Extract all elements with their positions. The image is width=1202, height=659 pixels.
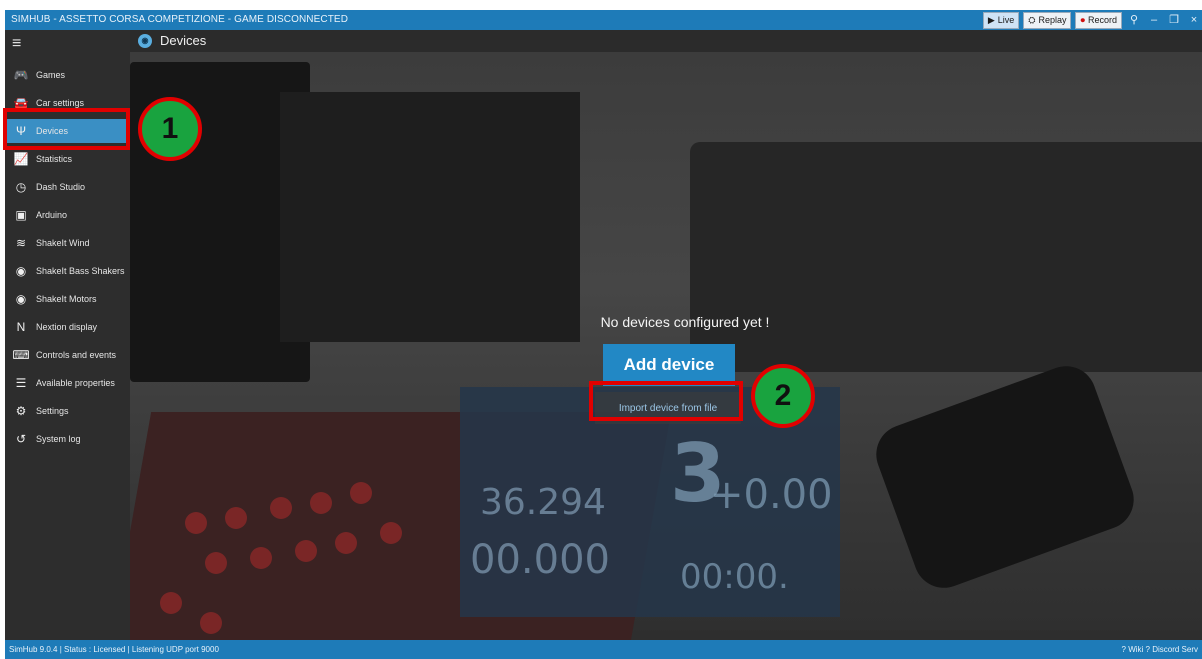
- replay-button[interactable]: ⛭ Replay: [1023, 11, 1072, 29]
- list-icon: ☰: [15, 376, 27, 390]
- gamepad-icon: 🎮: [13, 68, 29, 82]
- background-usb-stick: [867, 357, 1143, 597]
- background-dot: [335, 532, 357, 554]
- gear-icon: ⚙: [15, 404, 27, 418]
- background-dot: [295, 540, 317, 562]
- gauge-icon: ◷: [15, 180, 27, 194]
- devices-content: 36.294 00.000 +0.00 3 00:00. No devices …: [130, 52, 1202, 640]
- background-dot: [250, 547, 272, 569]
- restore-icon[interactable]: ❐: [1166, 10, 1182, 30]
- step-badge-2: 2: [751, 364, 815, 428]
- import-highlight-box: [589, 381, 743, 421]
- page-header: ◉ Devices: [130, 30, 1202, 52]
- sidebar-item-label: Car settings: [36, 98, 85, 108]
- sidebar-item-label: ShakeIt Bass Shakers: [36, 266, 125, 276]
- sidebar-item-statistics[interactable]: 📈 Statistics: [5, 147, 130, 171]
- wind-icon: ≋: [15, 236, 27, 250]
- replay-icon: ⛭: [1028, 15, 1036, 25]
- minimize-icon[interactable]: –: [1146, 10, 1162, 30]
- sidebar-item-label: Arduino: [36, 210, 68, 220]
- empty-state-message: No devices configured yet !: [600, 314, 770, 330]
- sidebar-item-system-log[interactable]: ↺ System log: [5, 427, 130, 451]
- background-dot: [270, 497, 292, 519]
- status-links[interactable]: ? Wiki ? Discord Serv: [1122, 640, 1198, 659]
- history-icon: ↺: [15, 432, 27, 446]
- sidebar-item-shakeit-motors[interactable]: ◉ ShakeIt Motors: [5, 287, 130, 311]
- sidebar-item-label: System log: [36, 434, 81, 444]
- live-button[interactable]: ▶ Live: [982, 11, 1020, 29]
- background-dot: [185, 512, 207, 534]
- background-dot: [225, 507, 247, 529]
- pin-icon[interactable]: ⚲: [1126, 10, 1142, 30]
- sidebar-item-label: ShakeIt Wind: [36, 238, 90, 248]
- background-readout: 00.000: [470, 537, 610, 583]
- sidebar-item-label: Settings: [36, 406, 69, 416]
- add-device-button[interactable]: Add device: [603, 344, 735, 386]
- title-bar: SIMHUB - ASSETTO CORSA COMPETIZIONE - GA…: [5, 10, 1202, 30]
- sidebar-item-available-properties[interactable]: ☰ Available properties: [5, 371, 130, 395]
- board-icon: ▣: [15, 208, 27, 222]
- close-icon[interactable]: ×: [1186, 10, 1202, 30]
- background-monitor: [280, 92, 580, 342]
- sidebar-item-shakeit-wind[interactable]: ≋ ShakeIt Wind: [5, 231, 130, 255]
- motor-icon: ◉: [15, 292, 27, 306]
- window-title: SIMHUB - ASSETTO CORSA COMPETIZIONE - GA…: [11, 14, 349, 25]
- background-readout: +0.00: [710, 472, 833, 518]
- background-dot: [380, 522, 402, 544]
- nextion-icon: N: [16, 320, 26, 334]
- hamburger-menu-icon[interactable]: ≡: [12, 35, 21, 53]
- sidebar-item-label: Statistics: [36, 154, 73, 164]
- sidebar-item-label: ShakeIt Motors: [36, 294, 97, 304]
- chart-icon: 📈: [13, 152, 29, 166]
- background-dot: [200, 612, 222, 634]
- sidebar-item-shakeit-bass-shakers[interactable]: ◉ ShakeIt Bass Shakers: [5, 259, 130, 283]
- status-bar: SimHub 9.0.4 | Status : Licensed | Liste…: [5, 640, 1202, 659]
- sidebar-item-label: Dash Studio: [36, 182, 86, 192]
- sidebar-item-dash-studio[interactable]: ◷ Dash Studio: [5, 175, 130, 199]
- sidebar-item-controls-and-events[interactable]: ⌨ Controls and events: [5, 343, 130, 367]
- background-dot: [310, 492, 332, 514]
- sidebar-item-arduino[interactable]: ▣ Arduino: [5, 203, 130, 227]
- devices-page-icon: ◉: [138, 34, 152, 48]
- background-readout: 36.294: [480, 482, 606, 523]
- sidebar-item-label: Games: [36, 70, 66, 80]
- background-readout: 00:00.: [680, 557, 789, 597]
- devices-highlight-box: [3, 108, 130, 150]
- sidebar-item-label: Available properties: [36, 378, 115, 388]
- step-badge-1: 1: [138, 97, 202, 161]
- background-device: [690, 142, 1202, 372]
- keyboard-icon: ⌨: [12, 348, 30, 362]
- sidebar-item-label: Nextion display: [36, 322, 98, 332]
- page-title: Devices: [160, 33, 207, 48]
- speaker-icon: ◉: [15, 264, 27, 278]
- play-icon: ▶: [987, 15, 995, 25]
- background-readout: 3: [670, 427, 726, 520]
- title-bar-controls: ▶ Live ⛭ Replay ⏺ Record ⚲ – ❐ ×: [982, 10, 1202, 30]
- status-text: SimHub 9.0.4 | Status : Licensed | Liste…: [9, 645, 219, 654]
- record-icon: ⏺: [1080, 15, 1085, 25]
- sidebar-item-settings[interactable]: ⚙ Settings: [5, 399, 130, 423]
- background-dot: [205, 552, 227, 574]
- sidebar-item-nextion-display[interactable]: N Nextion display: [5, 315, 130, 339]
- record-button[interactable]: ⏺ Record: [1075, 11, 1122, 29]
- sidebar-item-games[interactable]: 🎮 Games: [5, 63, 130, 87]
- background-dot: [160, 592, 182, 614]
- sidebar-item-label: Controls and events: [36, 350, 117, 360]
- background-dot: [350, 482, 372, 504]
